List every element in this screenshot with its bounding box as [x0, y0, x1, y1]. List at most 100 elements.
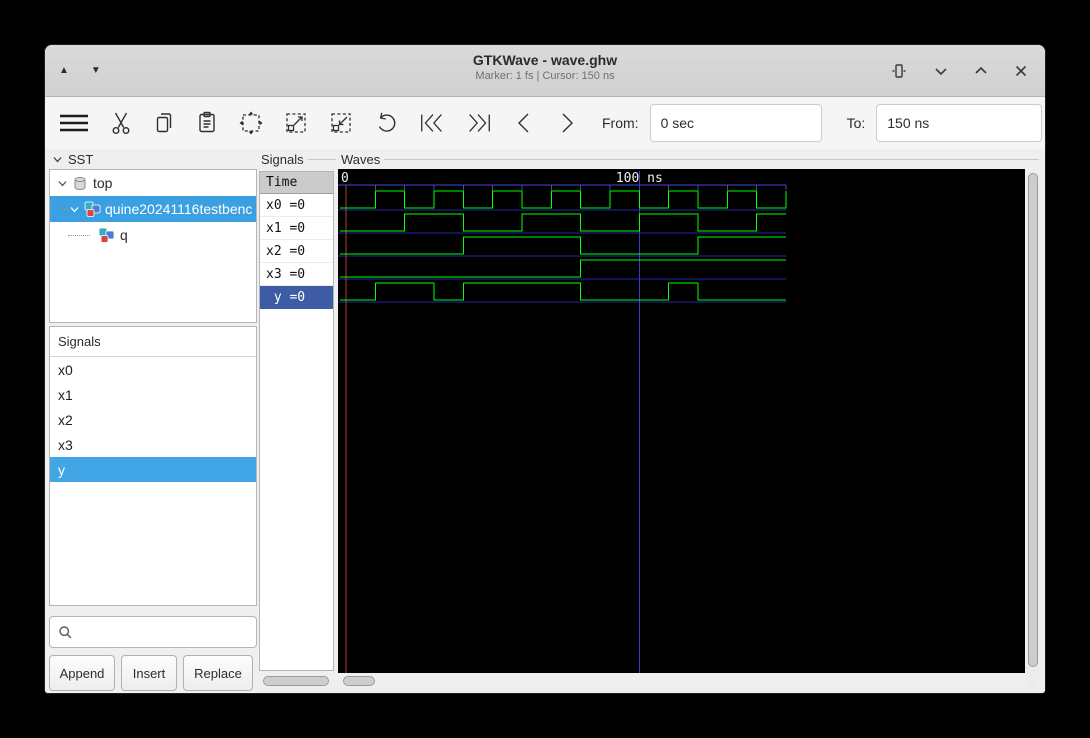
- chevron-left-icon: [518, 113, 529, 133]
- list-item-label: x2: [58, 411, 73, 428]
- database-icon: [74, 176, 86, 190]
- list-item-label: x3: [58, 436, 73, 453]
- zoom-out-arrow-icon: [286, 113, 306, 133]
- fit-icon: [892, 63, 906, 78]
- paste-button[interactable]: [195, 106, 219, 140]
- wave-y: [340, 282, 786, 301]
- search-icon: [59, 625, 72, 638]
- signal-row-x1[interactable]: x1 =0: [260, 217, 333, 240]
- timeline-start-label: 0: [341, 171, 349, 186]
- signal-name: x1: [266, 220, 282, 236]
- zoom-fit-icon: [239, 111, 263, 135]
- minimize-button[interactable]: [933, 63, 949, 79]
- signal-value: =0: [289, 266, 306, 282]
- waveform-display[interactable]: 0 100 ns: [338, 169, 1025, 673]
- signal-row-x0[interactable]: x0 =0: [260, 194, 333, 217]
- next-edge-button[interactable]: [555, 106, 579, 140]
- scissors-icon: [112, 112, 130, 135]
- scrollbar-thumb[interactable]: [1028, 173, 1038, 667]
- clipboard-icon: [199, 111, 215, 133]
- skip-to-end-icon: [469, 114, 490, 132]
- append-button[interactable]: Append: [49, 655, 115, 691]
- from-input[interactable]: [649, 104, 822, 142]
- signal-name: y: [273, 289, 282, 305]
- go-to-end-button[interactable]: [465, 106, 493, 140]
- signals-horizontal-scrollbar[interactable]: [263, 676, 329, 686]
- signal-search-box[interactable]: [49, 616, 257, 648]
- signals-list-header[interactable]: Signals: [50, 327, 256, 357]
- time-column-header[interactable]: Time: [260, 172, 333, 194]
- module-cubes-icon: [98, 227, 115, 243]
- chevron-up-icon: [975, 66, 987, 74]
- list-item-label: y: [58, 461, 65, 478]
- tree-item-q[interactable]: q: [50, 222, 256, 248]
- list-item-x0[interactable]: x0: [50, 357, 256, 382]
- gtkwave-window: ▲ ▼ GTKWave - wave.ghw Marker: 1 fs | Cu…: [44, 44, 1046, 694]
- wave-x3: [340, 259, 786, 278]
- list-item-x3[interactable]: x3: [50, 432, 256, 457]
- undo-button[interactable]: [373, 106, 399, 140]
- cut-button[interactable]: [109, 106, 133, 140]
- close-icon: [1015, 65, 1027, 76]
- chevron-right-icon: [562, 113, 573, 133]
- signal-values-panel: Time x0 =0 x1 =0 x2 =0 x3 =0 y =0: [259, 171, 334, 671]
- signal-name: x3: [266, 266, 282, 282]
- skip-to-start-icon: [421, 114, 442, 132]
- expander-chevron-icon[interactable]: [69, 204, 80, 215]
- hamburger-icon: [60, 114, 88, 132]
- waveform-canvas: 0 100 ns: [338, 171, 787, 673]
- signal-row-y[interactable]: y =0: [260, 286, 333, 309]
- replace-button[interactable]: Replace: [183, 655, 253, 691]
- signal-row-x3[interactable]: x3 =0: [260, 263, 333, 286]
- to-input[interactable]: [876, 104, 1043, 142]
- tree-item-label: quine20241116testbenc: [105, 201, 253, 217]
- expander-chevron-icon[interactable]: [57, 178, 68, 189]
- signal-value: =0: [289, 289, 306, 305]
- to-label: To:: [846, 115, 866, 131]
- zoom-fit-button[interactable]: [238, 106, 264, 140]
- prev-edge-button[interactable]: [512, 106, 536, 140]
- tree-connector: [68, 234, 90, 236]
- list-item-x1[interactable]: x1: [50, 382, 256, 407]
- list-item-x2[interactable]: x2: [50, 407, 256, 432]
- zoom-in-button[interactable]: [328, 106, 354, 140]
- signal-value: =0: [289, 243, 306, 259]
- tree-item-label: top: [93, 175, 113, 191]
- search-input[interactable]: [79, 617, 256, 647]
- tree-item-label: q: [120, 227, 128, 243]
- module-cubes-icon: [84, 201, 101, 217]
- list-item-y[interactable]: y: [50, 457, 256, 482]
- maximize-button[interactable]: [973, 63, 989, 79]
- sst-label: SST: [68, 152, 94, 167]
- signal-row-x2[interactable]: x2 =0: [260, 240, 333, 263]
- signal-value: =0: [289, 197, 306, 213]
- list-item-label: x1: [58, 386, 73, 403]
- waves-horizontal-scrollbar[interactable]: [343, 676, 375, 686]
- wave-x2: [340, 236, 786, 255]
- list-item-label: x0: [58, 361, 73, 378]
- fit-to-window-button[interactable]: [889, 61, 909, 81]
- copy-icon: [156, 113, 172, 133]
- tree-item-testbench[interactable]: quine20241116testbenc: [50, 196, 256, 222]
- waves-frame-label: Waves: [341, 152, 1039, 167]
- signals-list-panel: Signals x0 x1 x2 x3 y: [49, 326, 257, 606]
- close-button[interactable]: [1013, 63, 1029, 79]
- tree-item-top[interactable]: top: [50, 170, 256, 196]
- sst-section-header[interactable]: SST: [52, 152, 93, 167]
- insert-button[interactable]: Insert: [121, 655, 177, 691]
- menu-button[interactable]: [58, 106, 90, 140]
- copy-button[interactable]: [152, 106, 176, 140]
- signal-name: x2: [266, 243, 282, 259]
- from-label: From:: [602, 115, 639, 131]
- zoom-out-full-button[interactable]: [283, 106, 309, 140]
- titlebar[interactable]: ▲ ▼ GTKWave - wave.ghw Marker: 1 fs | Cu…: [45, 45, 1045, 97]
- expander-chevron-icon: [53, 157, 62, 163]
- waves-vertical-scrollbar[interactable]: [1027, 171, 1039, 689]
- toolbar: From: To:: [45, 97, 1045, 149]
- chevron-down-icon: [935, 67, 947, 75]
- signal-value: =0: [289, 220, 306, 236]
- tree-connector: [61, 208, 69, 210]
- signals-frame-label: Signals: [261, 152, 336, 167]
- wave-x1: [340, 213, 786, 232]
- go-to-start-button[interactable]: [418, 106, 446, 140]
